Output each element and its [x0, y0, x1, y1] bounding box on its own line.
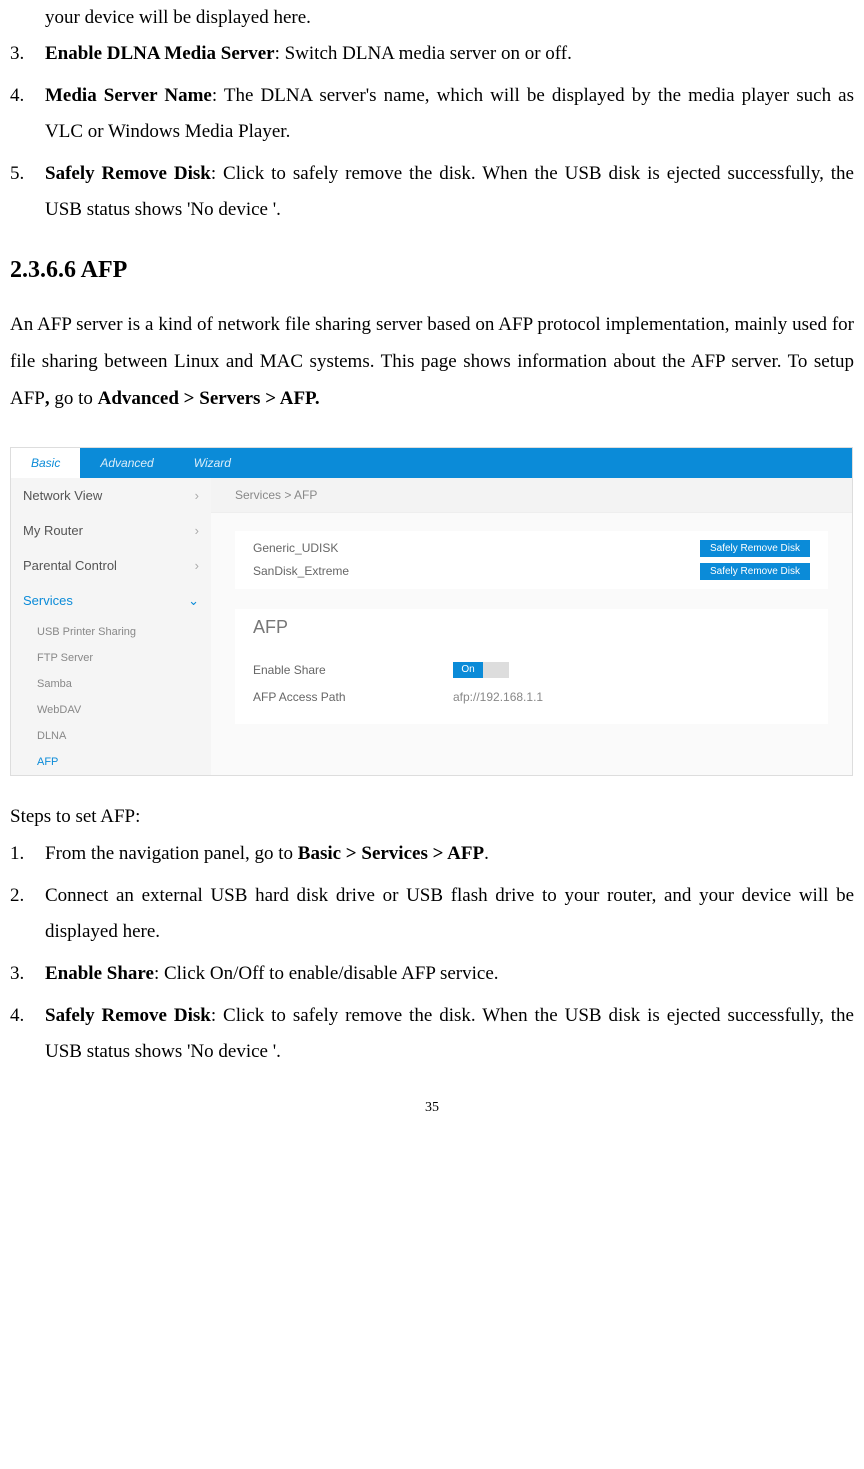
step-2: 2. Connect an external USB hard disk dri… — [10, 878, 854, 950]
afp-panel-title: AFP — [235, 609, 828, 646]
router-tabs: Basic Advanced Wizard — [11, 448, 852, 478]
step-3: 3. Enable Share: Click On/Off to enable/… — [10, 956, 854, 992]
router-sidebar: Network View› My Router› Parental Contro… — [11, 478, 211, 775]
sidebar-item-my-router[interactable]: My Router› — [11, 513, 211, 548]
steps-title: Steps to set AFP: — [10, 806, 854, 828]
step-4: 4. Safely Remove Disk: Click to safely r… — [10, 998, 854, 1070]
sidebar-sub-ftp[interactable]: FTP Server — [11, 645, 211, 671]
sidebar-item-network-view[interactable]: Network View› — [11, 478, 211, 513]
sidebar-sub-webdav[interactable]: WebDAV — [11, 697, 211, 723]
disk-name: Generic_UDISK — [253, 541, 338, 555]
router-screenshot: Basic Advanced Wizard Network View› My R… — [10, 447, 854, 776]
list-item-4: 4. Media Server Name: The DLNA server's … — [10, 78, 854, 150]
setting-enable-share: Enable Share On — [253, 656, 810, 684]
sidebar-sub-usb-printer[interactable]: USB Printer Sharing — [11, 619, 211, 645]
disk-row: Generic_UDISK Safely Remove Disk — [235, 537, 828, 560]
tab-wizard[interactable]: Wizard — [174, 448, 251, 478]
tab-basic[interactable]: Basic — [11, 448, 80, 478]
afp-path-value: afp://192.168.1.1 — [453, 690, 543, 704]
safely-remove-disk-button[interactable]: Safely Remove Disk — [700, 540, 810, 557]
enable-share-toggle[interactable]: On — [453, 662, 509, 678]
list-item-5: 5. Safely Remove Disk: Click to safely r… — [10, 156, 854, 228]
top-list: your device will be displayed here. 3. E… — [10, 0, 854, 229]
chevron-right-icon: › — [195, 523, 199, 538]
sidebar-sub-afp[interactable]: AFP — [11, 749, 211, 775]
list-continuation: your device will be displayed here. — [45, 0, 854, 36]
steps-list: 1. From the navigation panel, go to Basi… — [10, 836, 854, 1071]
disk-list: Generic_UDISK Safely Remove Disk SanDisk… — [235, 531, 828, 589]
sidebar-sub-samba[interactable]: Samba — [11, 671, 211, 697]
sidebar-item-parental-control[interactable]: Parental Control› — [11, 548, 211, 583]
disk-row: SanDisk_Extreme Safely Remove Disk — [235, 560, 828, 583]
chevron-right-icon: › — [195, 488, 199, 503]
setting-afp-path: AFP Access Path afp://192.168.1.1 — [253, 684, 810, 710]
disk-name: SanDisk_Extreme — [253, 564, 349, 578]
step-1: 1. From the navigation panel, go to Basi… — [10, 836, 854, 872]
chevron-down-icon: ⌄ — [188, 593, 199, 609]
tab-advanced[interactable]: Advanced — [80, 448, 173, 478]
chevron-right-icon: › — [195, 558, 199, 573]
sidebar-item-services[interactable]: Services⌄ — [11, 583, 211, 619]
page-number: 35 — [10, 1100, 854, 1126]
list-item-3: 3. Enable DLNA Media Server: Switch DLNA… — [10, 36, 854, 72]
sidebar-sub-dlna[interactable]: DLNA — [11, 723, 211, 749]
section-heading-afp: 2.3.6.6 AFP — [10, 257, 854, 284]
safely-remove-disk-button[interactable]: Safely Remove Disk — [700, 563, 810, 580]
afp-intro-paragraph: An AFP server is a kind of network file … — [10, 306, 854, 417]
breadcrumb: Services > AFP — [211, 478, 852, 513]
